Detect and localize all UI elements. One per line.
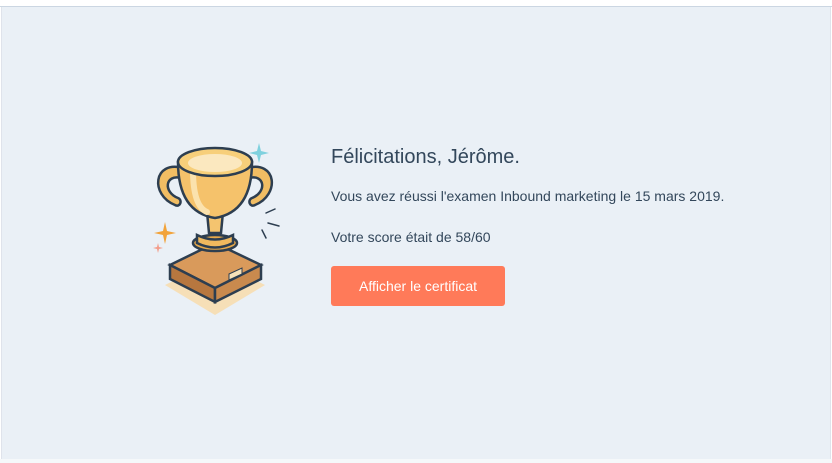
result-content: Félicitations, Jérôme. Vous avez réussi … xyxy=(331,140,791,306)
score-text: Votre score était de 58/60 xyxy=(331,229,491,245)
view-certificate-button[interactable]: Afficher le certificat xyxy=(331,266,505,306)
trophy-cup xyxy=(176,146,254,220)
trophy-icon xyxy=(153,143,280,315)
sparkle-icon-orange xyxy=(154,222,176,244)
exam-passed-text: Vous avez réussi l'examen Inbound market… xyxy=(331,188,725,204)
page-title: Félicitations, Jérôme. xyxy=(331,146,520,168)
bottom-strip xyxy=(0,459,832,463)
burst-lines xyxy=(261,208,280,239)
page: Félicitations, Jérôme. Vous avez réussi … xyxy=(0,0,832,463)
sparkle-icon-small xyxy=(153,243,163,253)
